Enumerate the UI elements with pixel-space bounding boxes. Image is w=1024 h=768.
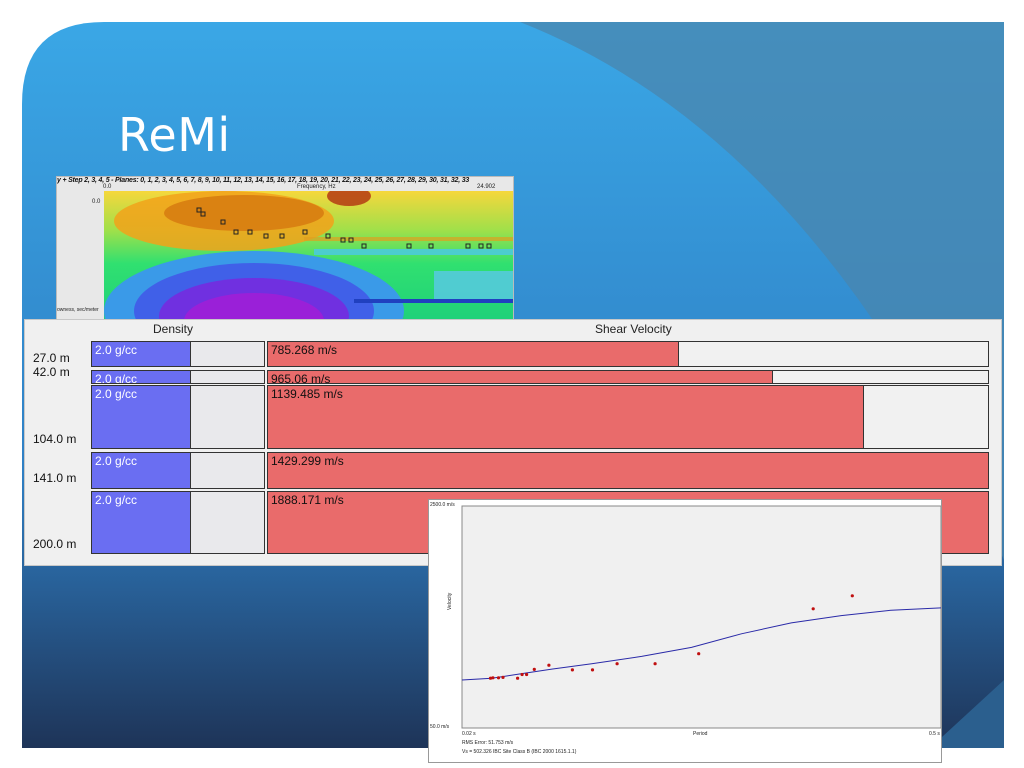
data-point-11 [590,668,595,672]
layer-depth-1: 27.0 m [33,351,70,365]
layer-depth-3: 104.0 m [33,432,77,446]
layer-density-bar: 2.0 g/cc [91,341,265,367]
data-point-15 [811,607,815,611]
data-point-12 [615,662,619,666]
data-point-14 [697,652,701,656]
density-header: Density [153,322,194,336]
spectrogram-y-tick: 0.0 [92,199,101,205]
x-axis-label: Period [693,731,708,737]
spectrogram-image [104,191,513,323]
data-point-16 [850,594,854,598]
plot-area [461,505,941,729]
layer-velocity-bar: 1139.485 m/s [267,385,989,449]
spectrogram-title: y + Step 2, 3, 4, 5 - Planes: 0, 1, 2, 3… [57,177,470,184]
data-point-9 [547,663,551,667]
spectrogram-tick-left: 0.0 [103,184,112,190]
density-label: 2.0 g/cc [95,387,138,401]
layer-velocity-bar: 965.06 m/s [267,370,989,384]
velocity-fill [268,386,864,448]
layer-density-bar: 2.0 g/cc [91,491,265,554]
data-point-3 [496,676,501,680]
density-label: 2.0 g/cc [95,493,138,507]
dispersion-chart-panel: 2500.0 m/s 50.0 m/s Velocity 0.02 s Peri… [428,499,942,763]
spectrogram-y-axis-label: owness, sec/meter [57,307,99,313]
y-axis-label: Velocity [447,592,453,610]
velocity-label: 965.06 m/s [271,372,331,384]
density-label: 2.0 g/cc [95,454,138,468]
layer-depth-5: 200.0 m [33,537,77,551]
layer-depth-4: 141.0 m [33,471,77,485]
data-point-7 [525,672,529,677]
y-axis-bottom-label: 50.0 m/s [430,724,450,730]
velocity-fill [268,371,773,383]
velocity-label: 785.268 m/s [271,343,338,357]
layer-density-bar: 2.0 g/cc [91,370,265,384]
density-label: 2.0 g/cc [95,372,138,384]
layer-depth-2: 42.0 m [33,365,70,379]
spectrogram-tick-right: 24.902 [477,184,496,190]
velocity-label: 1139.485 m/s [271,387,343,401]
slide-title: ReMi [118,108,231,162]
layer-velocity-bar: 785.268 m/s [267,341,989,367]
spectrogram-frequency-label: Frequency, Hz [297,184,336,190]
data-point-4 [501,675,505,679]
vs-site-class-text: Vs = 502.326 IBC Site Class B (IBC 2000 … [462,749,577,755]
data-point-10 [570,668,574,672]
data-point-13 [653,662,657,666]
layer-density-bar: 2.0 g/cc [91,452,265,489]
y-axis-top-label: 2500.0 m/s [430,502,455,508]
data-point-5 [516,676,520,680]
layer-velocity-bar: 1429.299 m/s [267,452,989,489]
shear-velocity-header: Shear Velocity [595,322,672,336]
data-point-2 [491,676,495,680]
data-point-8 [532,667,536,671]
velocity-label: 1429.299 m/s [271,454,344,468]
layer-density-bar: 2.0 g/cc [91,385,265,449]
density-label: 2.0 g/cc [95,343,138,357]
spectrogram-panel: y + Step 2, 3, 4, 5 - Planes: 0, 1, 2, 3… [56,176,514,324]
velocity-fill [268,453,989,488]
velocity-label: 1888.171 m/s [271,493,344,507]
x-axis-right-label: 0.5 s [929,731,940,737]
rms-error-text: RMS Error: 51.753 m/s [462,740,514,746]
dispersion-chart [461,505,941,729]
data-point-6 [520,672,524,677]
x-axis-left-label: 0.02 s [462,731,476,737]
